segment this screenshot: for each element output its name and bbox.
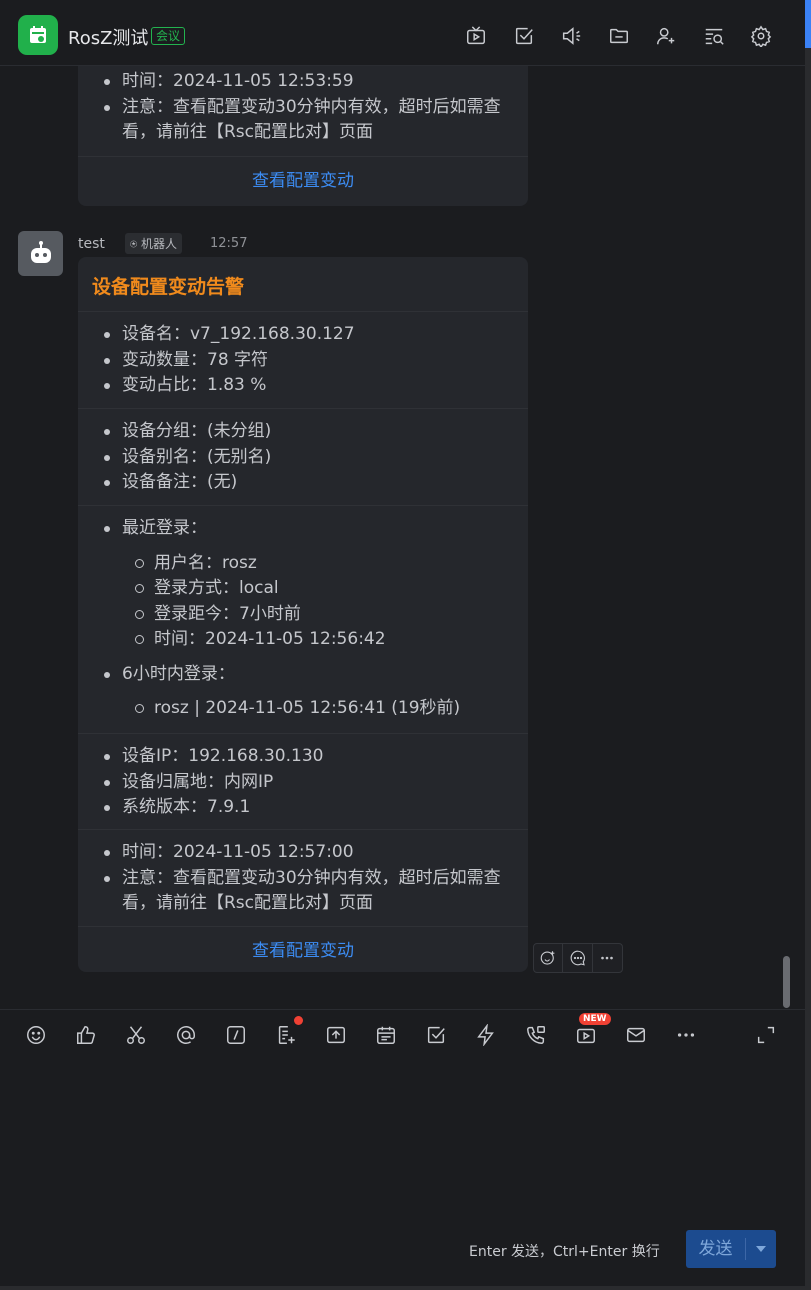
add-reaction-icon[interactable]	[534, 944, 564, 972]
chevron-down-icon	[756, 1246, 766, 1252]
more-icon[interactable]	[593, 944, 622, 972]
send-button[interactable]: 发送	[686, 1230, 776, 1268]
robot-tag-icon: ⍟	[130, 237, 138, 251]
bot-tag: ⍟ 机器人	[125, 233, 183, 254]
view-config-change-link[interactable]: 查看配置变动	[78, 927, 528, 975]
list-item: 设备分组：(未分组)	[78, 419, 528, 445]
card-title: 设备配置变动告警	[78, 257, 528, 312]
time-section: 时间：2024-11-05 12:57:00 注意：查看配置变动30分钟内有效，…	[78, 830, 528, 927]
list-item: 变动占比：1.83 %	[78, 373, 528, 399]
upload-icon[interactable]	[324, 1023, 348, 1047]
calendar-icon	[30, 26, 46, 43]
list-item: 变动数量：78 字符	[78, 348, 528, 374]
settings-icon[interactable]	[749, 24, 773, 48]
task-icon[interactable]	[424, 1023, 448, 1047]
list-item: 时间：2024-11-05 12:57:00	[78, 840, 528, 866]
window-edge	[805, 0, 811, 1290]
message-time: 12:57	[210, 236, 248, 251]
list-item: 设备归属地：内网IP	[78, 770, 528, 796]
list-item: 注意：查看配置变动30分钟内有效，超时后如需查看，请前往【Rsc配置比对】页面	[78, 866, 528, 917]
scissors-icon[interactable]	[124, 1023, 148, 1047]
sub-list-item: rosz | 2024-11-05 12:56:41 (19秒前)	[78, 696, 528, 722]
calendar-icon[interactable]	[374, 1023, 398, 1047]
sub-list-item: 时间：2024-11-05 12:56:42	[78, 627, 528, 653]
add-member-icon[interactable]	[654, 24, 678, 48]
window-edge-bottom	[0, 1286, 811, 1290]
send-hint: Enter 发送，Ctrl+Enter 换行	[469, 1244, 660, 1260]
list-item: 设备IP：192.168.30.130	[78, 744, 528, 770]
notification-dot	[294, 1016, 303, 1025]
emoji-icon[interactable]	[24, 1023, 48, 1047]
more-icon[interactable]	[674, 1023, 698, 1047]
task-icon[interactable]	[512, 24, 536, 48]
lightning-icon[interactable]	[474, 1023, 498, 1047]
bot-tag-label: 机器人	[141, 237, 178, 251]
list-item: 6小时内登录：	[78, 662, 528, 688]
send-options-dropdown[interactable]	[746, 1246, 776, 1252]
message-actions	[533, 943, 623, 973]
chat-title: RosZ测试	[68, 28, 149, 49]
thumbs-up-icon[interactable]	[74, 1023, 98, 1047]
list-item: 设备别名：(无别名)	[78, 445, 528, 471]
announce-icon[interactable]	[559, 24, 583, 48]
bot-avatar[interactable]	[18, 231, 63, 276]
list-item: 设备备注：(无)	[78, 470, 528, 496]
slash-command-icon[interactable]	[224, 1023, 248, 1047]
alert-message-card: 设备配置变动告警 设备名：v7_192.168.30.127 变动数量：78 字…	[78, 257, 528, 972]
sub-list-item: 用户名：rosz	[78, 551, 528, 577]
group-section: 设备分组：(未分组) 设备别名：(无别名) 设备备注：(无)	[78, 409, 528, 506]
new-badge: NEW	[579, 1013, 611, 1025]
mail-icon[interactable]	[624, 1023, 648, 1047]
composer-toolbar	[0, 1009, 805, 1059]
ip-section: 设备IP：192.168.30.130 设备归属地：内网IP 系统版本：7.9.…	[78, 734, 528, 830]
sender-name[interactable]: test	[78, 236, 105, 252]
edge-accent	[805, 0, 811, 48]
mention-icon[interactable]	[174, 1023, 198, 1047]
live-icon[interactable]	[464, 24, 488, 48]
scrollbar-thumb[interactable]	[783, 956, 790, 1008]
list-item: 设备名：v7_192.168.30.127	[78, 322, 528, 348]
reply-icon[interactable]	[563, 944, 593, 972]
send-label: 发送	[686, 1238, 746, 1260]
list-item: 系统版本：7.9.1	[78, 795, 528, 821]
group-avatar[interactable]	[18, 15, 58, 55]
doc-add-icon[interactable]	[274, 1023, 298, 1047]
message-input[interactable]	[0, 1060, 805, 1228]
list-item: 时间：2024-11-05 12:53:59	[78, 69, 528, 95]
live-icon[interactable]	[574, 1023, 598, 1047]
login-section: 最近登录： 用户名：rosz 登录方式：local 登录距今：7小时前 时间：2…	[78, 506, 528, 734]
folder-icon[interactable]	[607, 24, 631, 48]
device-section: 设备名：v7_192.168.30.127 变动数量：78 字符 变动占比：1.…	[78, 312, 528, 409]
list-item: 最近登录：	[78, 516, 528, 542]
meeting-badge: 会议	[151, 27, 186, 45]
expand-icon[interactable]	[754, 1023, 778, 1047]
sub-list-item: 登录距今：7小时前	[78, 602, 528, 628]
view-config-change-link[interactable]: 查看配置变动	[78, 157, 528, 205]
robot-icon	[30, 240, 51, 263]
chat-header: RosZ测试 会议	[0, 0, 805, 66]
sub-list-item: 登录方式：local	[78, 576, 528, 602]
search-history-icon[interactable]	[702, 24, 726, 48]
phone-icon[interactable]	[524, 1023, 548, 1047]
list-item: 注意：查看配置变动30分钟内有效，超时后如需查看，请前往【Rsc配置比对】页面	[78, 95, 528, 146]
